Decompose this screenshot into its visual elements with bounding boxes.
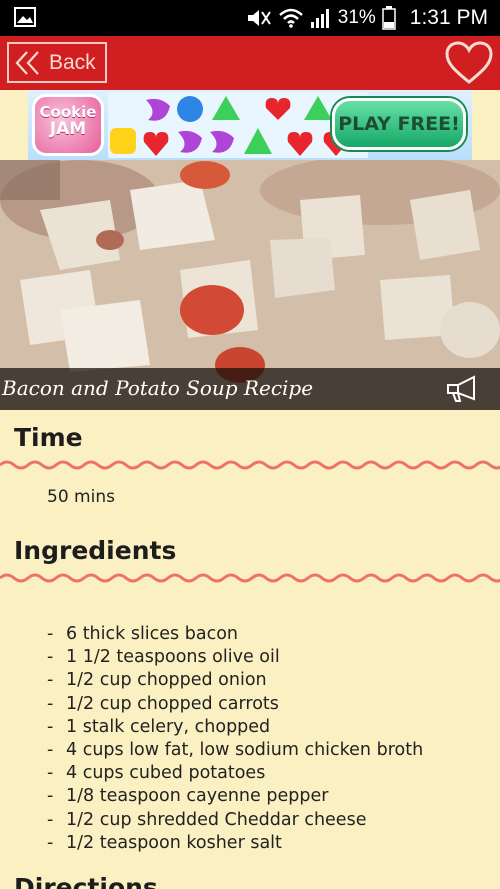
ingredients-divider [0,573,500,583]
ad-area: Cookie JAM PLAY FREE! [0,90,500,160]
back-button-label: Back [49,50,96,74]
ad-banner[interactable]: Cookie JAM PLAY FREE! [28,90,472,160]
ingredients-list: -6 thick slices bacon -1 1/2 teaspoons o… [47,623,423,855]
list-item: -1/2 teaspoon kosher salt [47,832,282,853]
list-item: -4 cups cubed potatoes [47,763,266,784]
speaker-icon[interactable] [444,373,482,405]
candy-grid-image [108,92,368,158]
ad-brand-line2: JAM [49,118,87,139]
double-chevron-left-icon [15,50,39,75]
image-icon [14,7,36,27]
ad-play-free-button[interactable]: PLAY FREE! [332,98,466,150]
clock-time: 1:31 PM [409,6,488,29]
back-button[interactable]: Back [7,42,107,83]
wifi-icon [278,8,303,28]
list-item: -6 thick slices bacon [47,624,238,644]
time-heading: Time [14,423,83,452]
signal-icon [310,9,329,28]
recipe-title: Bacon and Potato Soup Recipe [2,376,314,400]
list-item: -1/2 cup chopped carrots [47,693,279,714]
battery-percent: 31% [337,7,376,28]
time-value: 50 mins [47,487,115,507]
status-bar: 31% 1:31 PM [0,0,500,36]
battery-icon [382,6,396,30]
app-bar: Back [0,36,500,90]
list-item: -1/2 cup chopped onion [47,670,267,691]
list-item: -1/2 cup shredded Cheddar cheese [47,809,367,830]
list-item: -1/8 teaspoon cayenne pepper [47,786,329,807]
recipe-hero-image: Bacon and Potato Soup Recipe [0,160,500,410]
directions-heading: Directions [14,873,158,889]
ad-brand-logo: Cookie JAM [32,94,104,156]
list-item: -4 cups low fat, low sodium chicken brot… [47,739,424,760]
list-item: -1 1/2 teaspoons olive oil [47,647,280,668]
time-divider [0,460,500,470]
hero-caption-bar: Bacon and Potato Soup Recipe [0,368,500,410]
heart-icon[interactable] [444,40,494,86]
ingredients-heading: Ingredients [14,536,177,565]
mute-icon [247,10,271,26]
list-item: -1 stalk celery, chopped [47,716,271,737]
